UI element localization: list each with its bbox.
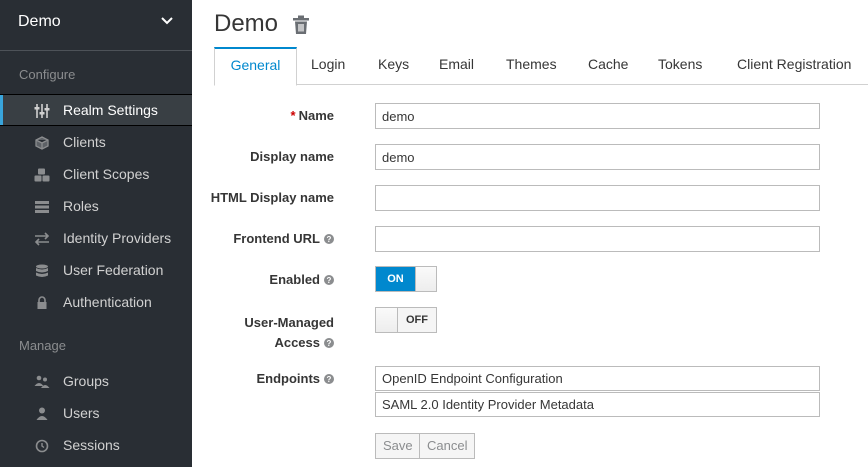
realm-name: Demo [18, 13, 61, 30]
realm-selector[interactable]: Demo [0, 0, 192, 51]
page-title: Demo [214, 10, 279, 37]
name-input[interactable] [375, 103, 820, 129]
openid-endpoint-link[interactable]: OpenID Endpoint Configuration [375, 366, 820, 391]
sidebar-item-label: Realm Settings [63, 102, 158, 118]
tab-tokens[interactable]: Tokens [658, 47, 702, 85]
sidebar-item-roles[interactable]: Roles [0, 191, 192, 223]
users-icon [34, 375, 50, 388]
cubes-icon [34, 168, 50, 182]
help-icon[interactable]: ? [324, 234, 334, 244]
toggle-knob [376, 308, 398, 332]
sidebar-item-client-scopes[interactable]: Client Scopes [0, 159, 192, 191]
svg-text:?: ? [327, 375, 332, 384]
toggle-on-label: ON [376, 267, 415, 291]
svg-text:?: ? [327, 235, 332, 244]
sidebar-item-sessions[interactable]: Sessions [0, 430, 192, 462]
svg-text:?: ? [327, 276, 332, 285]
user-managed-access-label: User-Managed Access? [244, 315, 334, 350]
list-icon [35, 201, 49, 213]
sidebar-item-clients[interactable]: Clients [0, 127, 192, 159]
sidebar-item-label: Groups [63, 373, 109, 389]
user-icon [36, 407, 48, 420]
sidebar-item-label: Client Scopes [63, 166, 150, 182]
sidebar-item-identity-providers[interactable]: Identity Providers [0, 223, 192, 255]
tab-themes[interactable]: Themes [506, 47, 557, 85]
save-button[interactable]: Save [375, 433, 421, 459]
lock-icon [37, 296, 47, 309]
sidebar-item-label: Users [63, 405, 100, 421]
sidebar-item-groups[interactable]: Groups [0, 366, 192, 398]
sidebar-item-label: Identity Providers [63, 230, 172, 246]
sidebar-item-users[interactable]: Users [0, 398, 192, 430]
saml-metadata-link[interactable]: SAML 2.0 Identity Provider Metadata [375, 392, 820, 417]
svg-text:?: ? [327, 339, 332, 348]
html-display-name-input[interactable] [375, 185, 820, 211]
frontend-url-input[interactable] [375, 226, 820, 252]
endpoints-label: Endpoints? [256, 371, 334, 386]
tab-client-registration[interactable]: Client Registration [737, 47, 851, 85]
database-icon [36, 264, 48, 277]
manage-section-label: Manage [19, 338, 66, 353]
help-icon[interactable]: ? [324, 275, 334, 285]
display-name-input[interactable] [375, 144, 820, 170]
sidebar: Demo Configure Realm Settings Clients Cl… [0, 0, 192, 467]
sidebar-item-user-federation[interactable]: User Federation [0, 255, 192, 287]
sliders-icon [34, 104, 50, 118]
tab-keys[interactable]: Keys [378, 47, 409, 85]
clock-icon [35, 439, 49, 453]
sidebar-item-label: Sessions [63, 437, 120, 453]
display-name-label: Display name [250, 149, 334, 164]
tab-email[interactable]: Email [439, 47, 474, 85]
realm-settings-tabs: General Login Keys Email Themes Cache To… [214, 47, 868, 86]
name-label: * Name [290, 108, 334, 123]
exchange-icon [34, 232, 50, 246]
enabled-label: Enabled? [269, 272, 334, 287]
cube-icon [35, 136, 49, 150]
help-icon[interactable]: ? [324, 338, 334, 348]
help-icon[interactable]: ? [324, 374, 334, 384]
user-managed-access-toggle[interactable]: OFF [375, 307, 437, 333]
tab-cache[interactable]: Cache [588, 47, 628, 85]
frontend-url-label: Frontend URL? [233, 231, 334, 246]
toggle-off-label: OFF [398, 308, 436, 332]
sidebar-item-label: User Federation [63, 262, 164, 278]
cancel-button[interactable]: Cancel [419, 433, 476, 459]
tab-login[interactable]: Login [311, 47, 345, 85]
toggle-knob [415, 267, 436, 291]
sidebar-item-label: Roles [63, 198, 99, 214]
sidebar-item-realm-settings[interactable]: Realm Settings [0, 94, 192, 126]
tab-general[interactable]: General [214, 47, 297, 86]
sidebar-item-label: Clients [63, 134, 106, 150]
configure-section-label: Configure [19, 67, 76, 82]
sidebar-item-label: Authentication [63, 294, 152, 310]
required-marker: * [290, 108, 296, 123]
html-display-name-label: HTML Display name [210, 190, 334, 205]
chevron-down-icon [161, 17, 173, 25]
enabled-toggle[interactable]: ON [375, 266, 437, 292]
sidebar-item-authentication[interactable]: Authentication [0, 287, 192, 319]
trash-icon[interactable] [292, 15, 310, 35]
